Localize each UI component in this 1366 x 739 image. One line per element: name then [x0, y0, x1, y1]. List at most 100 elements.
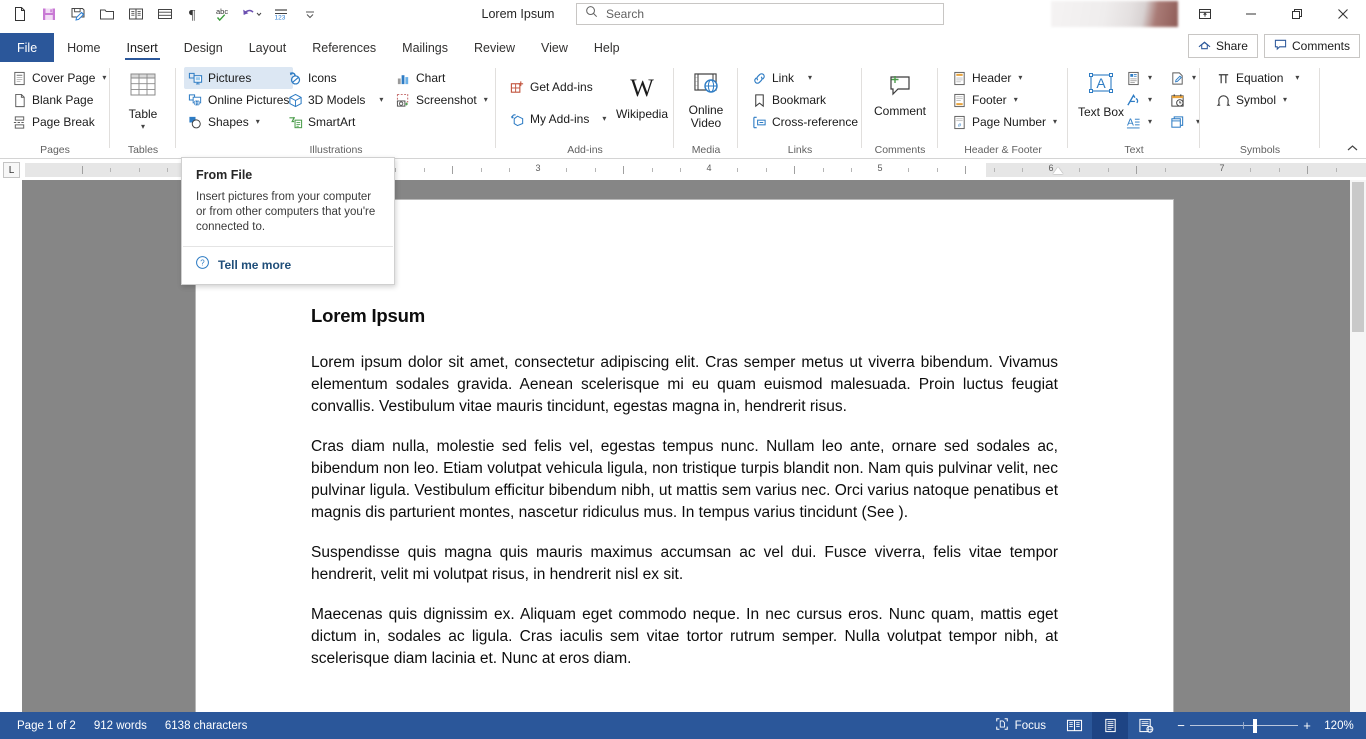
tab-view[interactable]: View — [528, 33, 581, 62]
open-folder-icon[interactable] — [93, 1, 121, 27]
comment-bubble-icon — [1274, 38, 1287, 54]
chevron-down-icon[interactable]: ▾ — [1295, 74, 1299, 82]
wordart-button[interactable]: ▾ — [1122, 89, 1156, 111]
chevron-down-icon[interactable]: ▾ — [102, 74, 106, 82]
zoom-level[interactable]: 120% — [1316, 720, 1362, 732]
save-icon[interactable] — [35, 1, 63, 27]
tab-home[interactable]: Home — [54, 33, 113, 62]
link-button[interactable]: Link ▾ — [748, 67, 862, 89]
share-button[interactable]: Share — [1187, 34, 1258, 58]
page-number-button[interactable]: # Page Number ▾ — [948, 111, 1061, 133]
footer-button[interactable]: Footer ▾ — [948, 89, 1061, 111]
right-indent-marker[interactable] — [1053, 167, 1063, 174]
three-d-models-button[interactable]: 3D Models ▾ — [284, 89, 387, 111]
chevron-down-icon[interactable]: ▾ — [379, 96, 383, 104]
pictures-icon — [187, 70, 203, 86]
chevron-down-icon[interactable]: ▾ — [1192, 74, 1196, 82]
spelling-check-icon[interactable]: abc — [209, 1, 237, 27]
online-pictures-button[interactable]: Online Pictures — [184, 89, 293, 111]
comment-button[interactable]: Comment — [870, 69, 930, 118]
wikipedia-button[interactable]: W Wikipedia — [613, 69, 671, 121]
tab-review[interactable]: Review — [461, 33, 528, 62]
window-controls — [1182, 0, 1366, 28]
new-document-icon[interactable] — [6, 1, 34, 27]
chevron-down-icon[interactable]: ▾ — [1148, 118, 1152, 126]
customize-qat-icon[interactable] — [296, 1, 324, 27]
read-mode-icon[interactable] — [122, 1, 150, 27]
chevron-down-icon[interactable]: ▾ — [1148, 96, 1152, 104]
chevron-down-icon[interactable]: ▾ — [484, 96, 488, 104]
page-indicator[interactable]: Page 1 of 2 — [8, 714, 85, 737]
screenshot-button[interactable]: Screenshot ▾ — [392, 89, 492, 111]
icons-button[interactable]: Icons — [284, 67, 387, 89]
screenshot-label: Screenshot — [416, 93, 477, 107]
drop-cap-button[interactable]: A ▾ — [1122, 111, 1156, 133]
close-icon[interactable] — [1320, 0, 1366, 28]
shapes-button[interactable]: Shapes ▾ — [184, 111, 293, 133]
minimize-icon[interactable] — [1228, 0, 1274, 28]
comments-button[interactable]: Comments — [1263, 34, 1360, 58]
cover-page-button[interactable]: Cover Page ▾ — [8, 67, 110, 89]
table-button[interactable]: Table ▾ — [116, 68, 170, 131]
pictures-button[interactable]: Pictures — [184, 67, 294, 89]
focus-icon — [995, 717, 1009, 734]
tab-file[interactable]: File — [0, 33, 55, 62]
my-addins-button[interactable]: My Add-ins ▾ — [506, 108, 610, 130]
symbol-button[interactable]: Symbol ▾ — [1212, 89, 1303, 111]
collapse-ribbon-icon[interactable] — [1343, 140, 1361, 156]
tab-mailings[interactable]: Mailings — [389, 33, 461, 62]
header-button[interactable]: Header ▾ — [948, 67, 1061, 89]
tab-design[interactable]: Design — [171, 33, 236, 62]
chevron-down-icon[interactable]: ▾ — [602, 115, 606, 123]
chevron-down-icon[interactable]: ▾ — [1148, 74, 1152, 82]
tab-insert[interactable]: Insert — [114, 33, 171, 62]
chevron-down-icon[interactable]: ▾ — [1053, 118, 1057, 126]
save-edit-icon[interactable] — [64, 1, 92, 27]
tab-help[interactable]: Help — [581, 33, 633, 62]
chevron-down-icon[interactable]: ▾ — [256, 118, 260, 126]
status-bar: Page 1 of 2 912 words 6138 characters Fo… — [0, 712, 1366, 739]
group-name-media: Media — [691, 144, 721, 156]
character-count[interactable]: 6138 characters — [156, 714, 256, 737]
numbered-list-icon[interactable]: 123 — [267, 1, 295, 27]
undo-icon[interactable] — [238, 1, 266, 27]
account-avatar[interactable] — [1051, 1, 1178, 27]
ribbon-display-options-icon[interactable] — [1182, 0, 1228, 28]
equation-button[interactable]: Equation ▾ — [1212, 67, 1303, 89]
zoom-out-button[interactable]: − — [1172, 715, 1190, 737]
chevron-down-icon[interactable]: ▾ — [808, 74, 812, 82]
read-mode-view-icon[interactable] — [1056, 712, 1092, 739]
tab-layout[interactable]: Layout — [236, 33, 300, 62]
smartart-button[interactable]: SmartArt — [284, 111, 387, 133]
zoom-slider-thumb[interactable] — [1253, 718, 1257, 733]
get-addins-button[interactable]: Get Add-ins — [506, 76, 610, 98]
chart-button[interactable]: Chart — [392, 67, 492, 89]
zoom-in-button[interactable]: + — [1298, 715, 1316, 737]
quick-parts-button[interactable]: ▾ — [1122, 67, 1156, 89]
tab-references[interactable]: References — [299, 33, 389, 62]
blank-page-button[interactable]: Blank Page — [8, 89, 110, 111]
chevron-down-icon[interactable]: ▾ — [1014, 96, 1018, 104]
online-video-button[interactable]: Online Video — [678, 68, 734, 130]
focus-mode-button[interactable]: Focus — [985, 712, 1056, 739]
text-box-button[interactable]: A Text Box — [1076, 68, 1126, 119]
print-layout-icon[interactable] — [151, 1, 179, 27]
date-time-icon — [1169, 92, 1185, 108]
zoom-slider[interactable] — [1190, 715, 1298, 737]
print-layout-view-icon[interactable] — [1092, 712, 1128, 739]
chevron-down-icon[interactable]: ▾ — [1283, 96, 1287, 104]
restore-icon[interactable] — [1274, 0, 1320, 28]
vertical-scrollbar[interactable] — [1350, 180, 1366, 712]
web-layout-view-icon[interactable] — [1128, 712, 1164, 739]
search-box[interactable]: Search — [576, 3, 944, 25]
chevron-down-icon[interactable]: ▾ — [141, 122, 145, 131]
paragraph-marks-icon[interactable]: ¶ — [180, 1, 208, 27]
word-count[interactable]: 912 words — [85, 714, 156, 737]
tell-me-more-link[interactable]: ? Tell me more — [182, 247, 394, 284]
cross-reference-button[interactable]: Cross-reference — [748, 111, 862, 133]
scrollbar-thumb[interactable] — [1352, 182, 1364, 332]
bookmark-button[interactable]: Bookmark — [748, 89, 862, 111]
tab-stop-selector[interactable]: L — [3, 162, 20, 178]
chevron-down-icon[interactable]: ▾ — [1018, 74, 1022, 82]
page-break-button[interactable]: Page Break — [8, 111, 110, 133]
